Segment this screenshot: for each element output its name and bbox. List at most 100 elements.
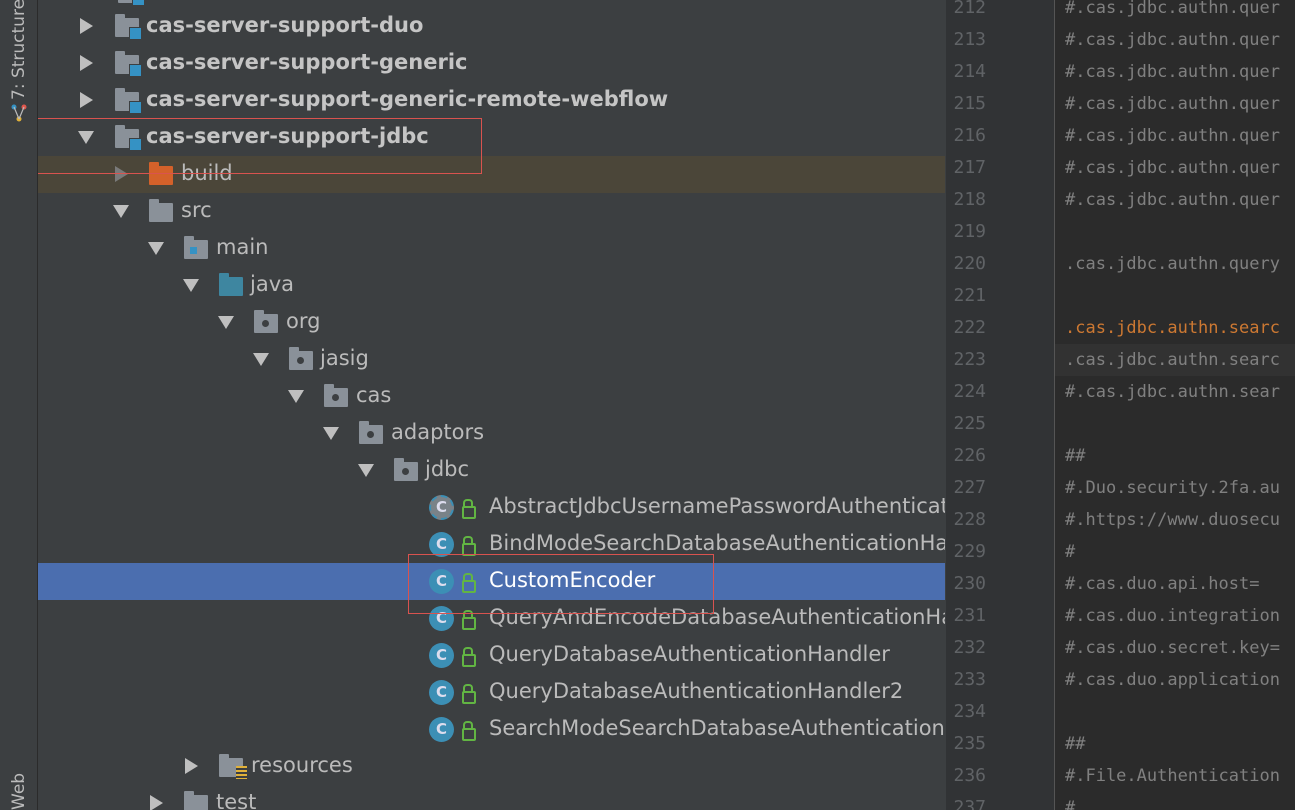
tree-row-module-generic[interactable]: cas-server-support-generic bbox=[38, 45, 945, 82]
collapse-arrow-icon[interactable] bbox=[113, 205, 129, 218]
annotation-box-module bbox=[38, 118, 482, 174]
code-line[interactable]: #.cas.jdbc.authn.quer bbox=[1065, 56, 1280, 88]
line-number: 232 bbox=[953, 637, 986, 658]
code-line[interactable]: #.cas.jdbc.authn.quer bbox=[1065, 24, 1280, 56]
expand-arrow-icon[interactable] bbox=[150, 795, 163, 810]
code-line[interactable]: #.cas.jdbc.authn.quer bbox=[1065, 184, 1280, 216]
tree-row-class[interactable]: C QueryDatabaseAuthenticationHandler2 bbox=[38, 674, 945, 711]
tree-row-class[interactable]: C SearchModeSearchDatabaseAuthentication bbox=[38, 711, 945, 748]
line-number: 224 bbox=[953, 381, 986, 402]
line-number: 214 bbox=[953, 61, 986, 82]
tree-row-resources[interactable]: resources bbox=[38, 748, 945, 785]
code-line[interactable]: #.File.Authentication bbox=[1065, 760, 1280, 792]
code-editor[interactable]: 212 #.cas.jdbc.authn.quer 213 #.cas.jdbc.au… bbox=[946, 0, 1295, 810]
tree-row-adaptors[interactable]: adaptors bbox=[38, 415, 945, 452]
collapse-arrow-icon[interactable] bbox=[218, 316, 234, 329]
abstract-class-icon: C bbox=[429, 495, 454, 520]
code-line[interactable]: .cas.jdbc.authn.searc bbox=[1065, 344, 1280, 376]
code-line[interactable]: #.Duo.security.2fa.au bbox=[1065, 472, 1280, 504]
code-line[interactable]: #.cas.duo.integration bbox=[1065, 600, 1280, 632]
tree-row-jdbc-package[interactable]: jdbc bbox=[38, 452, 945, 489]
expand-arrow-icon[interactable] bbox=[80, 18, 93, 34]
tree-row-class[interactable]: C QueryDatabaseAuthenticationHandler bbox=[38, 637, 945, 674]
line-number: 234 bbox=[953, 701, 986, 722]
tree-row-main[interactable]: main bbox=[38, 230, 945, 267]
code-line[interactable]: # bbox=[1065, 792, 1075, 810]
code-line[interactable]: #.cas.duo.application bbox=[1065, 664, 1280, 696]
collapse-arrow-icon[interactable] bbox=[253, 353, 269, 366]
code-line[interactable]: #.cas.jdbc.authn.sear bbox=[1065, 376, 1280, 408]
tree-row-label: src bbox=[181, 198, 212, 222]
code-line[interactable]: .cas.jdbc.authn.query bbox=[1065, 248, 1280, 280]
source-root-folder-icon bbox=[219, 273, 243, 296]
web-tool-tab[interactable]: Web bbox=[9, 773, 29, 810]
lock-icon bbox=[462, 684, 476, 704]
lock-icon bbox=[462, 647, 476, 667]
tree-row-label: BindModeSearchDatabaseAuthenticationHa bbox=[489, 531, 945, 555]
tree-row-java[interactable]: java bbox=[38, 267, 945, 304]
package-icon bbox=[324, 384, 348, 407]
tree-row-module-duo[interactable]: cas-server-support-duo bbox=[38, 8, 945, 45]
tree-row-label: cas-server-support-generic-remote-webflo… bbox=[146, 87, 669, 111]
code-line[interactable]: #.https://www.duosecu bbox=[1065, 504, 1280, 536]
line-number: 213 bbox=[953, 29, 986, 50]
folder-icon bbox=[184, 791, 208, 810]
module-folder-icon bbox=[115, 88, 142, 114]
collapse-arrow-icon[interactable] bbox=[183, 279, 199, 292]
folder-icon bbox=[149, 199, 173, 222]
code-line[interactable]: #.cas.jdbc.authn.quer bbox=[1065, 120, 1280, 152]
collapse-arrow-icon[interactable] bbox=[358, 464, 374, 477]
line-number: 225 bbox=[953, 413, 986, 434]
tree-row-module-generic-remote-webflow[interactable]: cas-server-support-generic-remote-webflo… bbox=[38, 82, 945, 119]
line-number: 223 bbox=[953, 349, 986, 370]
code-line[interactable]: ## bbox=[1065, 440, 1085, 472]
project-tree[interactable]: cas-server-support-duo cas-server-suppor… bbox=[38, 0, 945, 810]
module-folder-icon bbox=[115, 14, 142, 40]
tree-row-jasig[interactable]: jasig bbox=[38, 341, 945, 378]
code-line[interactable]: #.cas.jdbc.authn.quer bbox=[1065, 88, 1280, 120]
tree-row-label: QueryDatabaseAuthenticationHandler bbox=[489, 642, 890, 666]
structure-tool-tab[interactable]: 7: Structure bbox=[9, 0, 29, 100]
package-icon bbox=[359, 421, 383, 444]
structure-icon bbox=[11, 104, 27, 122]
expand-arrow-icon[interactable] bbox=[80, 92, 93, 108]
module-folder-icon bbox=[118, 0, 145, 6]
code-line[interactable]: #.cas.jdbc.authn.quer bbox=[1065, 152, 1280, 184]
line-number: 235 bbox=[953, 733, 986, 754]
expand-arrow-icon[interactable] bbox=[80, 55, 93, 71]
collapse-arrow-icon[interactable] bbox=[148, 242, 164, 255]
line-number: 218 bbox=[953, 189, 986, 210]
package-icon bbox=[254, 310, 278, 333]
class-icon: C bbox=[429, 680, 454, 705]
code-line[interactable]: # bbox=[1065, 536, 1075, 568]
class-icon: C bbox=[429, 643, 454, 668]
tree-row-cas[interactable]: cas bbox=[38, 378, 945, 415]
line-number: 212 bbox=[953, 0, 986, 18]
collapse-arrow-icon[interactable] bbox=[288, 390, 304, 403]
tree-row-label: cas bbox=[356, 383, 392, 407]
line-number: 216 bbox=[953, 125, 986, 146]
code-line[interactable]: ## bbox=[1065, 728, 1085, 760]
line-number: 230 bbox=[953, 573, 986, 594]
code-line[interactable]: #.cas.duo.api.host= bbox=[1065, 568, 1259, 600]
tree-row-label: main bbox=[216, 235, 269, 259]
tree-row-label: AbstractJdbcUsernamePasswordAuthenticat bbox=[489, 494, 945, 518]
expand-arrow-icon[interactable] bbox=[185, 758, 198, 774]
tree-row-class[interactable]: C AbstractJdbcUsernamePasswordAuthentica… bbox=[38, 489, 945, 526]
tree-row-label: SearchModeSearchDatabaseAuthentication bbox=[489, 716, 945, 740]
tree-row-label: org bbox=[286, 309, 321, 333]
code-line[interactable]: #.cas.duo.secret.key= bbox=[1065, 632, 1280, 664]
tree-row-test[interactable]: test bbox=[38, 785, 945, 810]
tree-row-org[interactable]: org bbox=[38, 304, 945, 341]
line-number: 226 bbox=[953, 445, 986, 466]
tree-row-src[interactable]: src bbox=[38, 193, 945, 230]
line-number: 217 bbox=[953, 157, 986, 178]
collapse-arrow-icon[interactable] bbox=[323, 427, 339, 440]
tree-row-label: resources bbox=[251, 753, 353, 777]
left-tool-strip: 7: Structure Web bbox=[0, 0, 38, 810]
code-line[interactable]: .cas.jdbc.authn.searc bbox=[1065, 312, 1280, 344]
code-line[interactable]: #.cas.jdbc.authn.quer bbox=[1065, 0, 1280, 24]
tree-row-label: jasig bbox=[320, 346, 369, 370]
tree-row-label: jdbc bbox=[425, 457, 470, 481]
line-number: 219 bbox=[953, 221, 986, 242]
